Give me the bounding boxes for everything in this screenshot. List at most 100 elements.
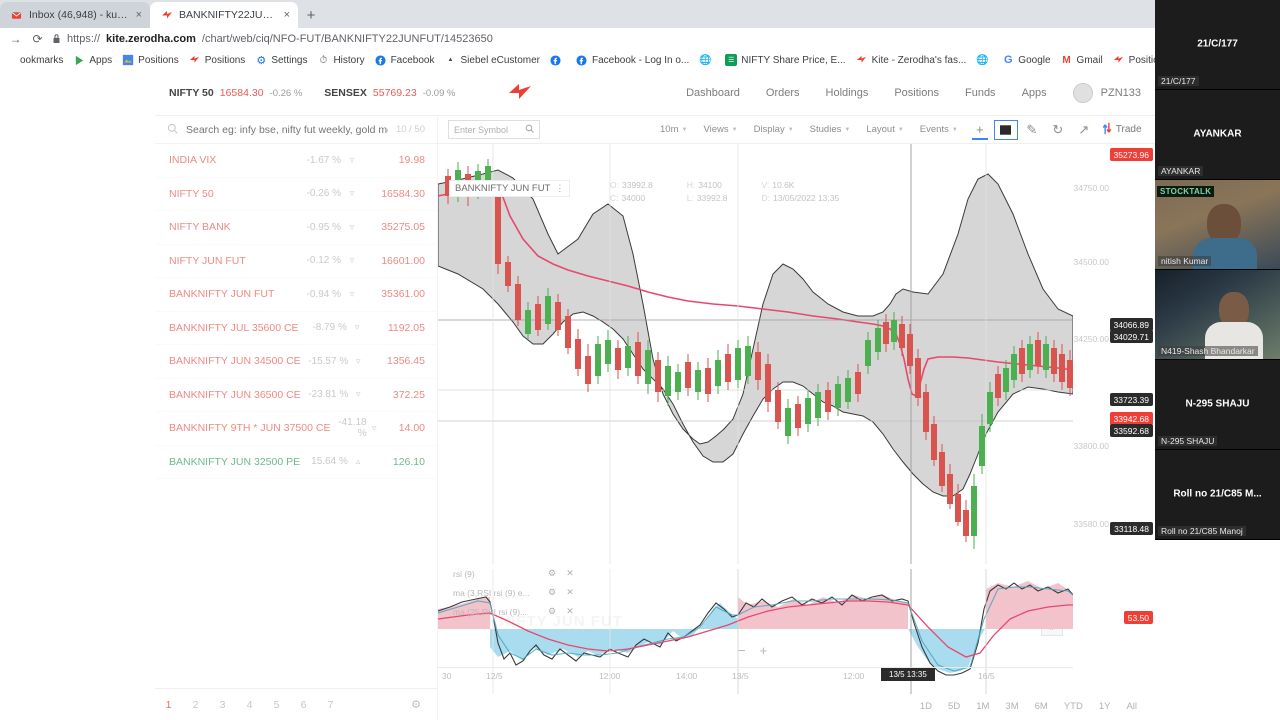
kite-logo-icon[interactable] (507, 83, 533, 103)
video-tile[interactable]: Roll no 21/C85 M... Roll no 21/C85 Manoj (1155, 450, 1280, 540)
close-icon[interactable]: ✕ (561, 606, 579, 617)
watchlist-tab-4[interactable]: 4 (236, 699, 263, 711)
close-icon[interactable]: ✕ (561, 587, 579, 598)
undo-icon[interactable]: ↻ (1046, 120, 1070, 140)
nav-positions[interactable]: Positions (894, 87, 939, 99)
bookmark-item[interactable]: ⏱ History (317, 54, 365, 66)
bookmark-item[interactable]: Positions (1113, 54, 1155, 66)
close-icon[interactable]: × (136, 9, 142, 21)
watchlist-row[interactable]: BANKNIFTY JUN 36500 CE -23.81 % ▿ 372.25 (155, 379, 437, 412)
video-tile[interactable]: 21/C/177 21/C/177 (1155, 0, 1280, 90)
watchlist-tab-5[interactable]: 5 (263, 699, 290, 711)
watchlist-settings-gear-icon[interactable]: ⚙ (411, 698, 421, 711)
watchlist-tab-7[interactable]: 7 (317, 699, 344, 711)
new-tab-button[interactable]: + (298, 2, 324, 28)
menu-layout[interactable]: Layout ▼ (858, 124, 911, 135)
close-icon[interactable]: ✕ (561, 568, 579, 579)
watchlist-tab-1[interactable]: 1 (155, 699, 182, 711)
watchlist-row[interactable]: INDIA VIX -1.67 % ▿ 19.98 (155, 144, 437, 178)
forward-icon[interactable]: → (8, 32, 23, 46)
watchlist-row[interactable]: BANKNIFTY JUN 34500 CE -15.57 % ▿ 1356.45 (155, 345, 437, 379)
search-input[interactable] (186, 123, 388, 136)
price-chart-svg (438, 144, 1073, 564)
price-axis[interactable]: 34750.00 34500.00 34250.00 33800.00 3358… (1073, 144, 1155, 720)
bookmark-item[interactable]: Positions (189, 54, 245, 66)
watchlist-row[interactable]: NIFTY 50 -0.26 % ▿ 16584.30 (155, 178, 437, 211)
watchlist-row[interactable]: NIFTY BANK -0.95 % ▿ 35275.05 (155, 211, 437, 245)
ohlc-l-value: 33992.8 (696, 193, 728, 203)
nav-holdings[interactable]: Holdings (826, 87, 869, 99)
note-icon[interactable] (993, 119, 1018, 140)
nav-funds[interactable]: Funds (965, 87, 996, 99)
bookmark-item[interactable] (550, 54, 566, 66)
menu-events[interactable]: Events ▼ (912, 124, 966, 135)
url-scheme: https:// (67, 33, 101, 45)
watchlist-row[interactable]: BANKNIFTY JUL 35600 CE -8.79 % ▿ 1192.05 (155, 312, 437, 345)
bookmark-item[interactable]: Kite - Zerodha's fas... (856, 54, 966, 66)
bookmark-item[interactable]: Positions (122, 54, 179, 66)
chart-plot-area[interactable]: BANKNIFTY JUN FUT BANKNIFTY JUN FUT ⋮ O:… (438, 144, 1155, 720)
range-button-5d[interactable]: 5D (940, 701, 968, 712)
more-options-icon[interactable]: ⋮ (555, 183, 564, 194)
bookmark-item[interactable]: Facebook - Log In o... (576, 54, 689, 66)
bookmark-item[interactable]: Facebook (375, 54, 435, 66)
trade-button[interactable]: Trade (1102, 122, 1142, 138)
pencil-icon[interactable]: ✎ (1020, 120, 1044, 140)
menu-display[interactable]: Display ▼ (746, 124, 802, 135)
browser-tab-0[interactable]: Inbox (46,948) - kumar.nitish843 × (0, 2, 150, 28)
bookmark-item[interactable]: G Google (1002, 54, 1051, 66)
range-button-1y[interactable]: 1Y (1091, 701, 1119, 712)
bookmark-item[interactable]: ▲ Siebel eCustomer (445, 54, 540, 66)
watchlist-tab-6[interactable]: 6 (290, 699, 317, 711)
nav-dashboard[interactable]: Dashboard (686, 87, 740, 99)
interval-selector[interactable]: 10m ▼ (652, 124, 695, 135)
url-input[interactable]: https:// kite.zerodha.com/chart/web/ciq/N… (52, 33, 1147, 46)
range-button-1m[interactable]: 1M (968, 701, 997, 712)
bookmark-item[interactable]: 🌐 (976, 54, 992, 66)
menu-studies[interactable]: Studies ▼ (802, 124, 859, 135)
gear-icon[interactable]: ⚙ (543, 606, 561, 617)
bookmark-item[interactable]: ⚙ Settings (255, 54, 307, 67)
video-tile[interactable]: STOCKTALK nitish Kumar (1155, 180, 1280, 270)
symbol-search-input[interactable]: Enter Symbol (448, 120, 540, 139)
watchlist-row[interactable]: NIFTY JUN FUT -0.12 % ▿ 16601.00 (155, 245, 437, 278)
nav-orders[interactable]: Orders (766, 87, 800, 99)
chart-symbol-chip[interactable]: BANKNIFTY JUN FUT ⋮ (449, 180, 571, 197)
range-button-3m[interactable]: 3M (997, 701, 1026, 712)
chevron-down-icon: ▼ (897, 126, 904, 133)
reload-icon[interactable]: ⟳ (30, 32, 45, 46)
close-icon[interactable]: × (284, 9, 290, 21)
share-icon[interactable]: ↗ (1072, 120, 1096, 140)
plus-icon[interactable]: + (968, 120, 992, 140)
time-axis[interactable]: 30 12/5 12:00 14:00 13/5 12:00 13:00 16/… (438, 667, 1073, 687)
video-tile[interactable]: N419-Shash Bhandarkar (1155, 270, 1280, 360)
bookmark-item[interactable]: Apps (73, 54, 112, 66)
range-button-all[interactable]: All (1118, 701, 1145, 712)
watchlist-tab-3[interactable]: 3 (209, 699, 236, 711)
bookmark-item[interactable]: ☰ NIFTY Share Price, E... (725, 54, 846, 66)
menu-label: Display (753, 124, 785, 135)
bookmark-item[interactable]: M Gmail (1061, 54, 1102, 66)
watchlist-row[interactable]: BANKNIFTY 9TH * JUN 37500 CE -41.18 % ▿ 14.… (155, 412, 437, 446)
watchlist-panel: 10 / 50 INDIA VIX -1.67 % ▿ 19.98 NIFTY 50 -0… (155, 116, 438, 720)
nav-apps[interactable]: Apps (1022, 87, 1047, 99)
bookmark-item[interactable]: ookmarks (4, 54, 63, 66)
watchlist-row[interactable]: BANKNIFTY JUN FUT -0.94 % ▿ 35361.00 (155, 278, 437, 312)
watchlist-tab-2[interactable]: 2 (182, 699, 209, 711)
gear-icon[interactable]: ⚙ (543, 568, 561, 579)
bookmark-item[interactable]: 🌐 (699, 54, 715, 66)
menu-views[interactable]: Views ▼ (695, 124, 745, 135)
instrument-change: -0.94 % (306, 288, 341, 300)
ohlc-o-key: O: (610, 180, 619, 190)
watchlist-row[interactable]: BANKNIFTY JUN 32500 PE 15.64 % ▵ 126.10 (155, 446, 437, 479)
profile-menu[interactable]: PZN133 (1072, 82, 1141, 103)
kite-icon (189, 54, 201, 66)
range-button-1d[interactable]: 1D (912, 701, 940, 712)
video-tile[interactable]: AYANKAR AYANKAR (1155, 90, 1280, 180)
range-button-6m[interactable]: 6M (1027, 701, 1056, 712)
gear-icon[interactable]: ⚙ (543, 587, 561, 598)
browser-tab-1[interactable]: BANKNIFTY22JUNFUT (NFO-FUT × (150, 2, 298, 28)
facebook-icon (576, 54, 588, 66)
range-button-ytd[interactable]: YTD (1056, 701, 1091, 712)
video-tile[interactable]: N-295 SHAJU N-295 SHAJU (1155, 360, 1280, 450)
